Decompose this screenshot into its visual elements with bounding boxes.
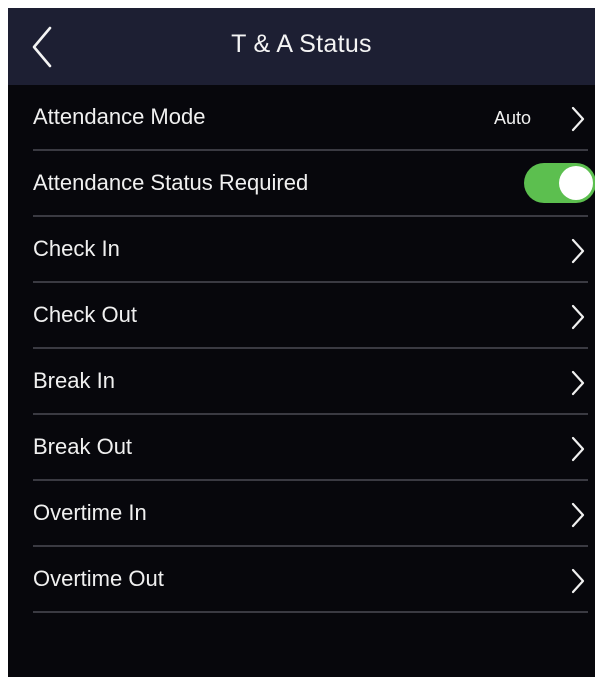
title-bar: T & A Status [8, 8, 595, 85]
attendance-mode-label: Attendance Mode [33, 104, 206, 129]
page-title: T & A Status [231, 30, 372, 58]
attendance-status-required-toggle[interactable] [524, 163, 595, 203]
attendance-status-required-row: Attendance Status Required [33, 151, 595, 217]
overtime-in-label: Overtime In [33, 500, 147, 525]
break-out-label: Break Out [33, 434, 133, 459]
check-in-row[interactable]: Check In [33, 217, 588, 283]
break-out-row[interactable]: Break Out [33, 415, 588, 481]
attendance-status-required-label: Attendance Status Required [33, 170, 309, 195]
break-in-label: Break In [33, 368, 115, 393]
chevron-right-icon [570, 304, 586, 330]
break-in-row[interactable]: Break In [33, 349, 588, 415]
overtime-out-label: Overtime Out [33, 566, 164, 591]
attendance-mode-value: Auto [493, 108, 531, 128]
chevron-right-icon [570, 370, 586, 396]
chevron-right-icon [570, 106, 586, 132]
overtime-in-row[interactable]: Overtime In [33, 481, 588, 547]
toggle-knob [559, 166, 593, 200]
attendance-mode-row[interactable]: Attendance Mode Auto [33, 85, 588, 151]
check-in-label: Check In [33, 236, 120, 261]
chevron-right-icon [570, 238, 586, 264]
chevron-right-icon [570, 502, 586, 528]
check-out-label: Check Out [33, 302, 137, 327]
overtime-out-row[interactable]: Overtime Out [33, 547, 588, 613]
chevron-right-icon [570, 568, 586, 594]
settings-list: Attendance Mode Auto Attendance Status R… [33, 85, 595, 613]
check-out-row[interactable]: Check Out [33, 283, 588, 349]
screen: T & A Status Attendance Mode Auto Attend… [8, 8, 595, 677]
chevron-right-icon [570, 436, 586, 462]
